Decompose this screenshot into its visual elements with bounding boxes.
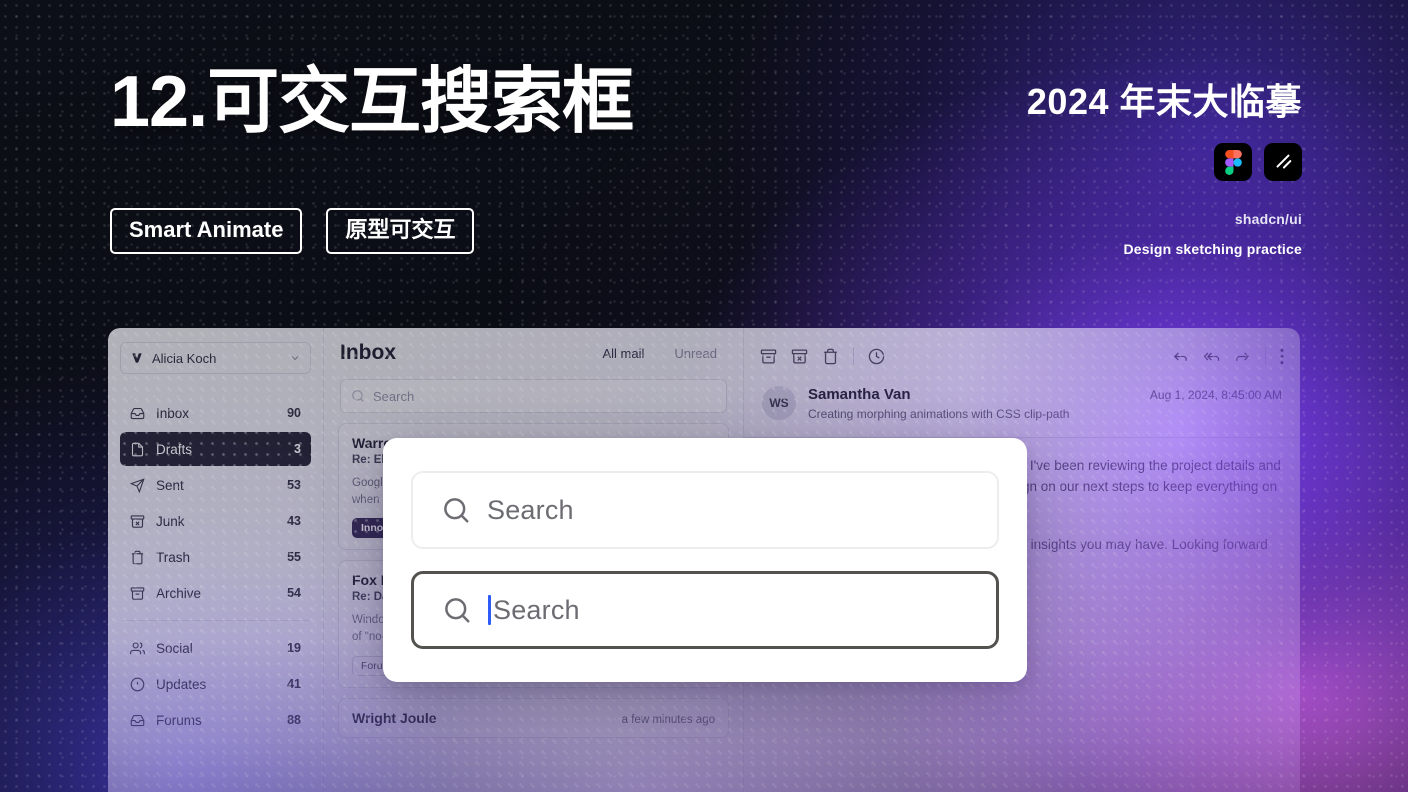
- reading-date: Aug 1, 2024, 8:45:00 AM: [1149, 388, 1282, 402]
- tab-unread[interactable]: Unread: [664, 343, 727, 364]
- mail-search-input[interactable]: Search: [340, 379, 727, 413]
- poster-canvas: 12.可交互搜索框 Smart Animate 原型可交互 2024 年末大临摹…: [0, 0, 1408, 792]
- badge-smart-animate: Smart Animate: [110, 208, 303, 254]
- archive-icon: [130, 586, 145, 600]
- trash-icon: [131, 550, 144, 564]
- badge-prototype-interactive: 原型可交互: [326, 208, 475, 254]
- mail-search-placeholder: Search: [373, 388, 415, 404]
- tool-icon-row: [1214, 143, 1302, 181]
- sidebar-item-count: 55: [287, 550, 301, 564]
- sidebar-item-label: Sent: [156, 477, 184, 493]
- sidebar-item-count: 90: [287, 406, 301, 420]
- search-icon: [352, 390, 364, 402]
- sidebar-item-label: Archive: [156, 585, 202, 601]
- tab-all-mail[interactable]: All mail: [592, 343, 654, 364]
- sidebar-item-count: 19: [287, 641, 301, 655]
- sidebar-item-social[interactable]: Social 19: [120, 631, 311, 665]
- sidebar-item-label: Inbox: [156, 405, 190, 421]
- account-name: Alicia Koch: [152, 350, 217, 366]
- figma-icon: [1214, 143, 1252, 181]
- reading-sender: Samantha Van: [808, 386, 911, 403]
- sidebar-item-label: Social: [156, 640, 193, 656]
- search-input-focused[interactable]: Search: [411, 571, 999, 649]
- sidebar-item-forums[interactable]: Forums 88: [120, 703, 311, 737]
- avatar: WS: [762, 386, 796, 420]
- toolbar-divider: [853, 347, 854, 365]
- shadcn-icon: [1264, 143, 1302, 181]
- poster-subtitle: 2024 年末大临摹: [1026, 81, 1302, 122]
- sidebar-item-label: Updates: [156, 676, 207, 692]
- account-switcher[interactable]: Alicia Koch: [120, 342, 311, 374]
- more-vertical-icon[interactable]: [1280, 348, 1284, 365]
- mail-list-item[interactable]: Wright Joule a few minutes ago: [338, 697, 729, 738]
- reading-header: WS Samantha Van Aug 1, 2024, 8:45:00 AM …: [744, 372, 1300, 421]
- badge-row: Smart Animate 原型可交互: [110, 208, 475, 254]
- sidebar-nav-primary: Inbox 90 Drafts 3 Sent 53 Junk 43 Trash …: [116, 396, 315, 610]
- inbox-icon: [130, 714, 145, 726]
- brand-name: shadcn/ui: [1234, 211, 1302, 227]
- sidebar-item-count: 54: [287, 586, 301, 600]
- sidebar-item-label: Forums: [156, 712, 202, 728]
- reading-subject: Creating morphing animations with CSS cl…: [808, 407, 1070, 421]
- sidebar-item-drafts[interactable]: Drafts 3: [120, 432, 311, 466]
- mail-date: a few minutes ago: [621, 713, 715, 726]
- search-states-card: Search Search: [383, 438, 1027, 682]
- mail-sender: Wright Joule: [352, 709, 437, 726]
- search-icon: [444, 498, 469, 523]
- chevron-down-icon: [291, 356, 299, 361]
- reading-toolbar: [744, 328, 1300, 372]
- sidebar-item-count: 88: [287, 713, 301, 727]
- archive-icon[interactable]: [760, 348, 777, 365]
- sidebar-item-sent[interactable]: Sent 53: [120, 468, 311, 502]
- sidebar-item-count: 53: [287, 478, 301, 492]
- sidebar-item-count: 41: [287, 677, 301, 691]
- sidebar-item-trash[interactable]: Trash 55: [120, 540, 311, 574]
- search-icon: [445, 598, 470, 623]
- sidebar-nav-secondary: Social 19 Updates 41 Forums 88: [116, 631, 315, 737]
- reply-all-icon[interactable]: [1203, 348, 1220, 365]
- sidebar-item-count: 3: [294, 442, 301, 456]
- inbox-icon: [130, 407, 145, 419]
- sidebar-item-count: 43: [287, 514, 301, 528]
- search-input-focused-content: Search: [488, 595, 580, 626]
- sidebar-item-label: Drafts: [156, 441, 193, 457]
- sidebar-item-updates[interactable]: Updates 41: [120, 667, 311, 701]
- sidebar-item-label: Trash: [156, 549, 191, 565]
- sidebar: Alicia Koch Inbox 90 Drafts 3 Sent 53 Ju…: [108, 328, 324, 792]
- clock-icon[interactable]: [868, 348, 885, 365]
- sidebar-divider: [122, 620, 309, 621]
- mail-search-row: Search: [324, 365, 743, 419]
- tagline: Design sketching practice: [1123, 241, 1302, 257]
- sidebar-item-archive[interactable]: Archive 54: [120, 576, 311, 610]
- page-title: 12.可交互搜索框: [110, 62, 634, 142]
- mail-list-title: Inbox: [340, 341, 396, 364]
- forward-icon[interactable]: [1234, 348, 1251, 365]
- sidebar-item-label: Junk: [156, 513, 185, 529]
- alert-circle-icon: [130, 677, 145, 691]
- vercel-icon: [132, 353, 142, 363]
- mail-list-header: Inbox All mail Unread: [324, 328, 743, 365]
- search-input-default[interactable]: Search: [411, 471, 999, 549]
- search-placeholder-default: Search: [487, 494, 574, 525]
- text-cursor: [488, 595, 491, 625]
- users-icon: [130, 641, 145, 654]
- search-placeholder-focused: Search: [493, 594, 580, 625]
- mail-filter-tabs: All mail Unread: [592, 343, 727, 364]
- trash-icon[interactable]: [822, 348, 839, 365]
- send-icon: [130, 477, 145, 493]
- sidebar-item-inbox[interactable]: Inbox 90: [120, 396, 311, 430]
- archive-x-icon: [130, 514, 145, 528]
- archive-x-icon[interactable]: [791, 348, 808, 365]
- toolbar-divider: [1265, 347, 1266, 365]
- file-icon: [131, 442, 144, 456]
- reply-icon[interactable]: [1172, 348, 1189, 365]
- sidebar-item-junk[interactable]: Junk 43: [120, 504, 311, 538]
